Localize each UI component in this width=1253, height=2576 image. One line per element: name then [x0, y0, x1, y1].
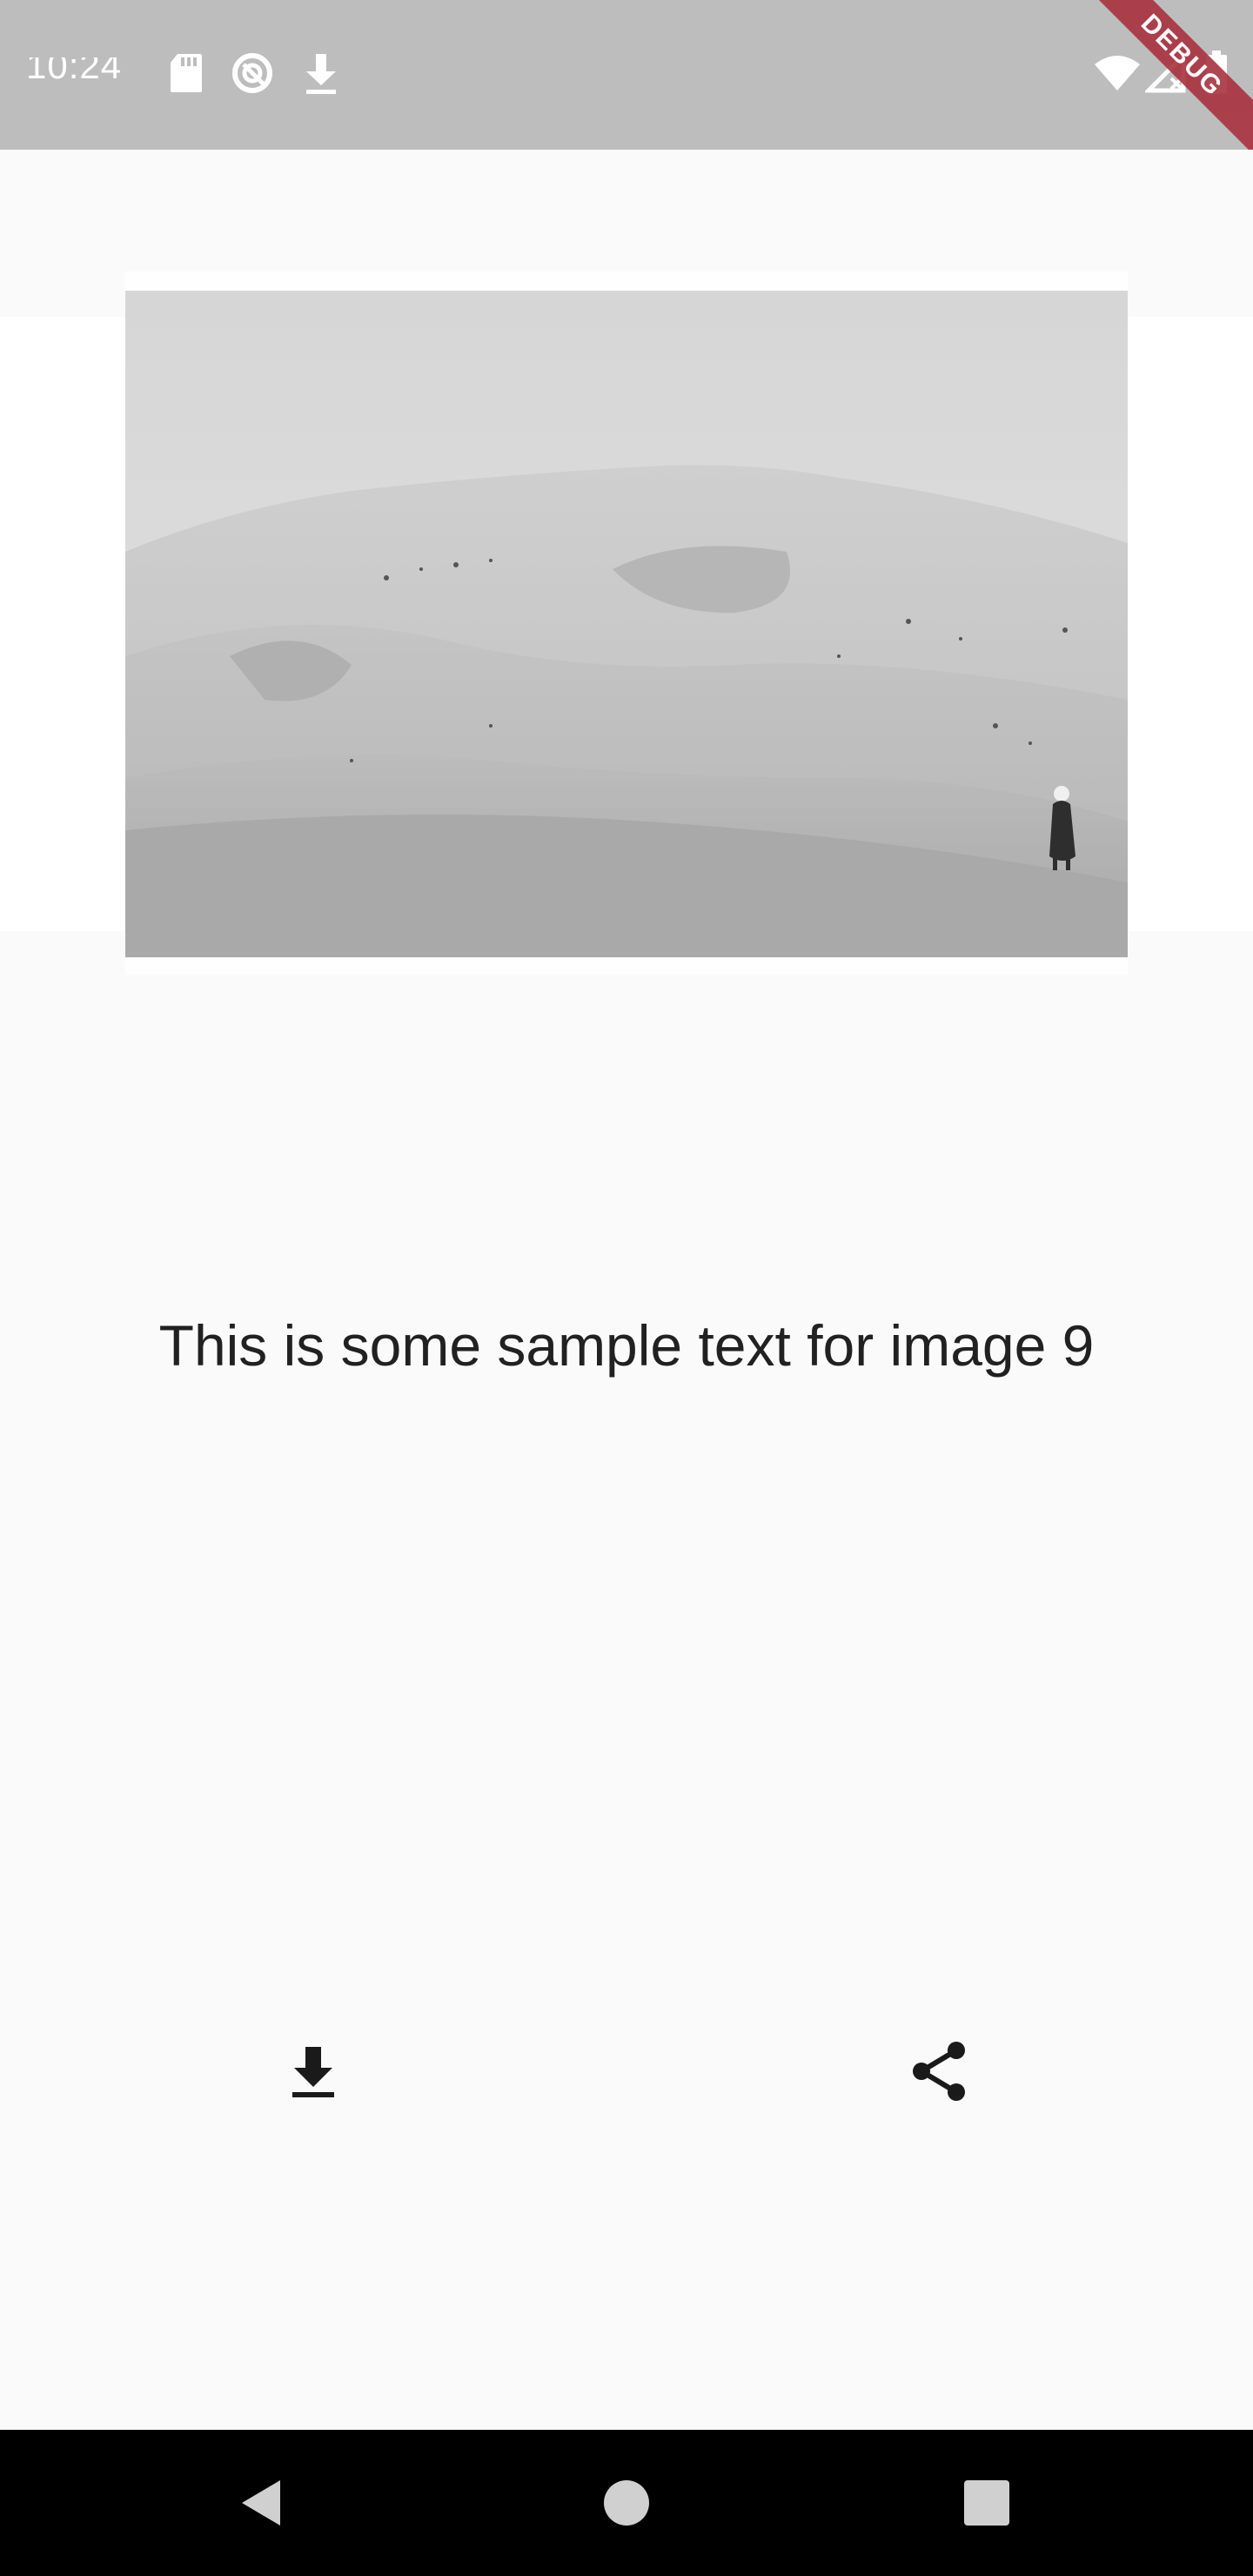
- status-bar: 10:24 DEBUG: [0, 0, 1253, 150]
- share-icon: [913, 2042, 965, 2101]
- recents-icon[interactable]: [950, 2466, 1023, 2539]
- image-card: [125, 272, 1128, 975]
- desert-photo: [125, 291, 1128, 957]
- data-saver-icon: [232, 53, 272, 93]
- share-button[interactable]: [896, 2028, 983, 2115]
- home-icon[interactable]: [590, 2466, 663, 2539]
- download-button[interactable]: [270, 2028, 357, 2115]
- image-caption: This is some sample text for image 9: [158, 1313, 1095, 1378]
- wifi-icon: [1095, 56, 1140, 91]
- navigation-bar: [0, 2430, 1253, 2576]
- sd-card-icon: [171, 54, 202, 92]
- download-icon: [306, 54, 336, 94]
- back-icon[interactable]: [224, 2466, 298, 2539]
- download-icon: [292, 2047, 334, 2097]
- status-time: 10:24: [26, 45, 123, 86]
